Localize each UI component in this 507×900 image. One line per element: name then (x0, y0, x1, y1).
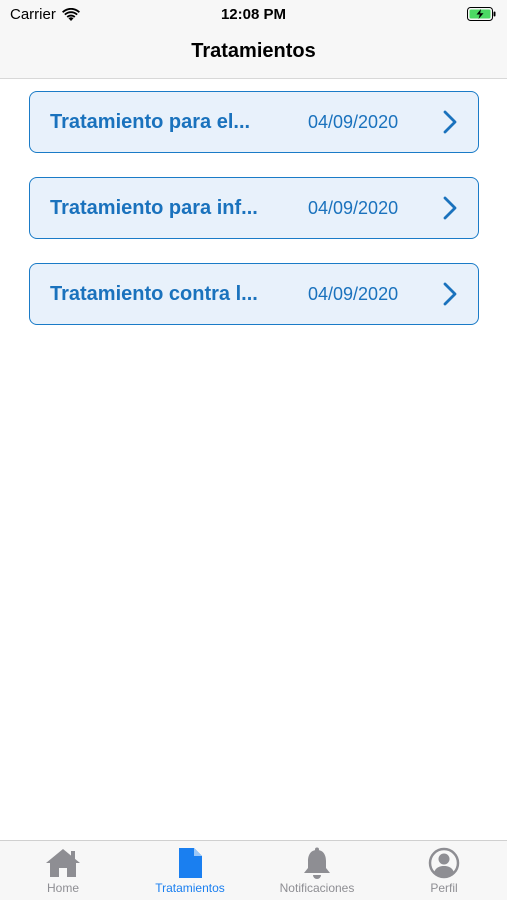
treatment-card[interactable]: Tratamiento para inf... 04/09/2020 (29, 177, 479, 239)
chevron-right-icon (443, 196, 457, 220)
tab-label-tratamientos: Tratamientos (155, 881, 225, 895)
chevron-right-icon (443, 110, 457, 134)
treatment-date: 04/09/2020 (308, 198, 399, 218)
treatment-title: Tratamiento para el... (50, 111, 251, 133)
tab-tratamientos[interactable]: Tratamientos (127, 841, 253, 900)
chevron-right-icon (443, 282, 457, 306)
treatment-card[interactable]: Tratamiento contra l... 04/09/2020 (29, 263, 479, 325)
tab-home[interactable]: Home (0, 841, 126, 900)
treatment-date: 04/09/2020 (308, 112, 399, 132)
tab-label-perfil: Perfil (430, 881, 458, 895)
battery-charging-icon (467, 7, 496, 21)
treatment-title: Tratamiento para inf... (50, 197, 258, 219)
tab-perfil[interactable]: Perfil (381, 841, 507, 900)
profile-icon (428, 847, 460, 879)
treatment-list: Tratamiento para el... 04/09/2020 Tratam… (29, 91, 479, 349)
page-title: Tratamientos (191, 40, 316, 62)
treatment-card[interactable]: Tratamiento para el... 04/09/2020 (29, 91, 479, 153)
treatment-date: 04/09/2020 (308, 284, 399, 304)
screen: Carrier 12:08 PM Tratamientos Tratamient… (0, 0, 507, 900)
navigation-bar: Tratamientos (0, 28, 507, 79)
status-time: 12:08 PM (220, 6, 287, 23)
tab-label-home: Home (46, 881, 79, 895)
document-icon (179, 848, 202, 878)
bell-icon (304, 847, 330, 879)
tab-notificaciones[interactable]: Notificaciones (254, 841, 380, 900)
status-bar: Carrier 12:08 PM (0, 0, 507, 28)
tab-label-notificaciones: Notificaciones (279, 881, 355, 895)
tab-bar: Home Tratamientos Notificaciones Perfil (0, 840, 507, 900)
home-icon (46, 849, 80, 877)
treatment-title: Tratamiento contra l... (50, 283, 258, 305)
